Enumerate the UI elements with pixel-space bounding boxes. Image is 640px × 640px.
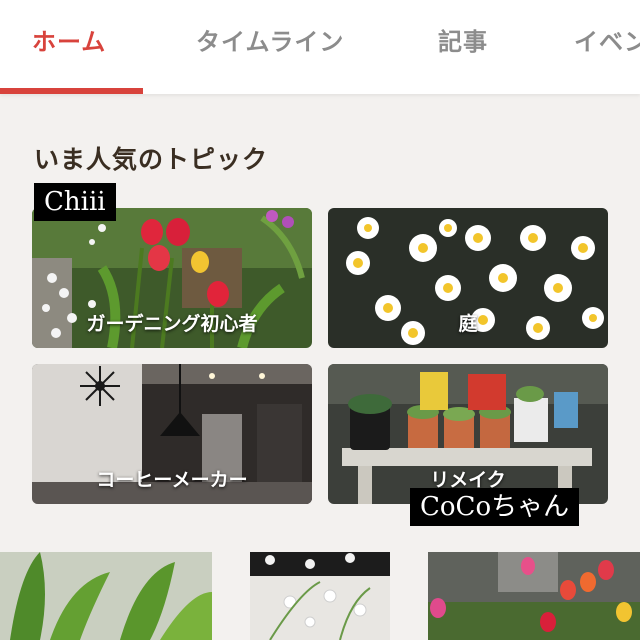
topic-card-garden[interactable]: 庭 (328, 208, 608, 348)
topic-label: 庭 (458, 313, 478, 335)
feed-photo-2[interactable] (250, 552, 390, 640)
watermark-username-top: Chiii (34, 183, 116, 221)
tab-home[interactable]: ホーム (32, 22, 106, 57)
topic-label: コーヒーメーカー (96, 469, 248, 491)
green-leaves-photo (0, 552, 212, 640)
feed-photo-1[interactable] (0, 552, 212, 640)
feed-photo-3[interactable] (428, 552, 640, 640)
watermark-username-bottom: CoCoちゃん (410, 488, 580, 526)
tab-events[interactable]: イベン (574, 22, 640, 57)
top-tab-bar: ホーム タイムライン 記事 イベン (0, 0, 640, 94)
section-title: いま人気のトピック (34, 145, 269, 174)
topic-label: ガーデニング初心者 (86, 313, 258, 335)
tab-articles[interactable]: 記事 (438, 22, 488, 57)
white-flowers-photo (250, 552, 390, 640)
topic-card-remake[interactable]: リメイク (328, 364, 608, 504)
tab-timeline[interactable]: タイムライン (196, 22, 344, 57)
topic-card-gardening-beginner[interactable]: ガーデニング初心者 (32, 208, 312, 348)
topic-card-coffee-maker[interactable]: コーヒーメーカー (32, 364, 312, 504)
active-tab-indicator (0, 88, 143, 94)
tulip-flowerbed-photo (428, 552, 640, 640)
